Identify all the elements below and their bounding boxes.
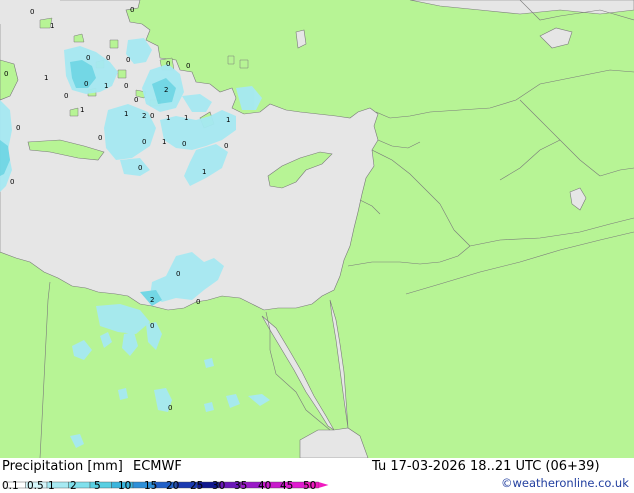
point-value: 0 — [84, 80, 88, 88]
point-value: 1 — [162, 138, 166, 146]
point-value: 2 — [164, 86, 168, 94]
watermark-link[interactable]: ©weatheronline.co.uk — [501, 476, 629, 490]
precipitation-map[interactable]: 1 0 0 1 0 0 0 0 1 0 0 0 1 1 0 2 0 2 1 1 … — [0, 0, 634, 458]
product-title: Precipitation [mm] — [2, 459, 123, 474]
point-value: 0 — [124, 82, 128, 90]
point-value: 0 — [130, 6, 134, 14]
point-value: 0 — [186, 62, 190, 70]
point-value: 1 — [44, 74, 48, 82]
point-value: 0 — [138, 164, 142, 172]
point-value: 0 — [150, 322, 154, 330]
point-value: 0 — [196, 298, 200, 306]
point-value: 0 — [126, 56, 130, 64]
point-value: 0 — [182, 140, 186, 148]
point-value: 2 — [150, 296, 154, 304]
legend-arrow — [318, 482, 329, 488]
point-value: 0 — [142, 138, 146, 146]
point-value: 0 — [168, 404, 172, 412]
point-value: 1 — [184, 114, 188, 122]
point-value: 0 — [176, 270, 180, 278]
point-value: 0 — [224, 142, 228, 150]
point-value: 0 — [150, 112, 154, 120]
point-value: 0 — [4, 70, 8, 78]
valid-datetime: Tu 17-03-2026 18..21 UTC (06+39) — [372, 459, 600, 474]
point-value: 0 — [86, 54, 90, 62]
point-value: 0 — [106, 54, 110, 62]
point-value: 0 — [10, 178, 14, 186]
model-name: ECMWF — [133, 459, 182, 474]
point-value: 1 — [80, 106, 84, 114]
point-value: 0 — [166, 60, 170, 68]
point-value: 0 — [16, 124, 20, 132]
point-value: 0 — [98, 134, 102, 142]
point-value: 1 — [50, 22, 54, 30]
point-value: 1 — [202, 168, 206, 176]
point-value: 1 — [124, 110, 128, 118]
point-value: 1 — [226, 116, 230, 124]
point-value: 0 — [64, 92, 68, 100]
point-value: 2 — [142, 112, 146, 120]
point-value: 0 — [30, 8, 34, 16]
point-value: 1 — [104, 82, 108, 90]
map-svg: 1 0 0 1 0 0 0 0 1 0 0 0 1 1 0 2 0 2 1 1 … — [0, 0, 634, 458]
point-value: 1 — [166, 114, 170, 122]
point-value: 0 — [134, 96, 138, 104]
